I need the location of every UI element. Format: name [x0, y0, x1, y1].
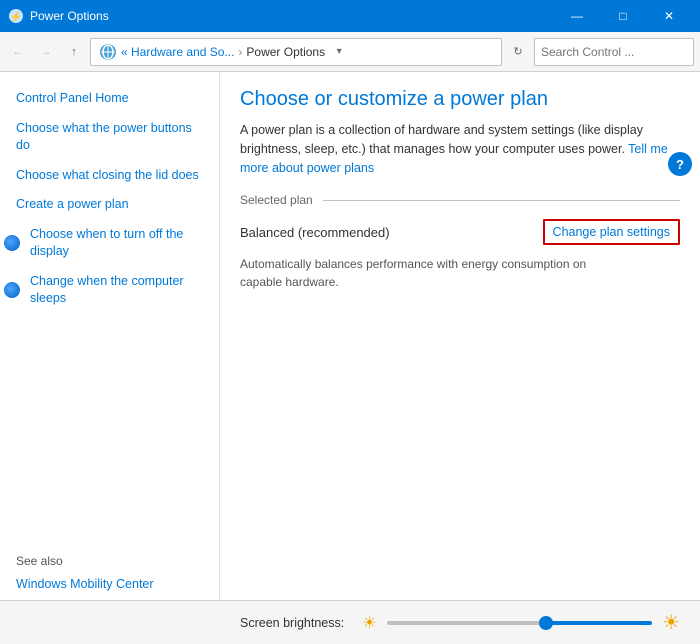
description-text-1: A power plan is a collection of hardware…: [240, 123, 643, 156]
plan-description: Automatically balances performance with …: [240, 255, 620, 291]
content-area: Choose or customize a power plan A power…: [220, 72, 700, 644]
change-plan-button[interactable]: Change plan settings: [543, 219, 680, 245]
search-input[interactable]: [541, 45, 696, 59]
minimize-button[interactable]: —: [554, 0, 600, 32]
selected-plan-divider: [323, 200, 680, 201]
sidebar-item-turn-off-display[interactable]: Choose when to turn off the display: [26, 226, 219, 261]
sidebar-item-control-panel-home[interactable]: Control Panel Home: [0, 84, 219, 114]
path-dropdown[interactable]: ▾: [329, 38, 349, 66]
brightness-label: Screen brightness:: [240, 616, 344, 630]
selected-plan-header: Selected plan: [240, 193, 680, 207]
close-button[interactable]: ✕: [646, 0, 692, 32]
main-container: Control Panel Home Choose what the power…: [0, 72, 700, 644]
sidebar-item-create-plan[interactable]: Create a power plan: [0, 190, 219, 220]
help-button[interactable]: ?: [668, 152, 692, 176]
maximize-button[interactable]: □: [600, 0, 646, 32]
forward-button[interactable]: →: [34, 40, 58, 64]
sidebar-item-computer-sleeps[interactable]: Change when the computer sleeps: [26, 273, 219, 308]
up-button[interactable]: ↑: [62, 40, 86, 64]
brightness-slider-thumb[interactable]: [539, 616, 553, 630]
sidebar: Control Panel Home Choose what the power…: [0, 72, 220, 644]
sidebar-item-mobility-center[interactable]: Windows Mobility Center: [0, 572, 219, 596]
app-icon: ⚡: [8, 8, 24, 24]
plan-row: Balanced (recommended) Change plan setti…: [240, 219, 680, 245]
path-hardware[interactable]: « Hardware and So...: [121, 45, 234, 59]
address-path[interactable]: « Hardware and So... › Power Options ▾: [90, 38, 502, 66]
sidebar-spacer: [0, 314, 219, 547]
titlebar: ⚡ Power Options — □ ✕: [0, 0, 700, 32]
plan-name: Balanced (recommended): [240, 225, 543, 240]
sidebar-item-power-buttons[interactable]: Choose what the power buttons do: [0, 114, 219, 161]
globe-icon: [4, 235, 20, 251]
see-also-title: See also: [0, 546, 219, 572]
path-sep-1: ›: [238, 45, 242, 59]
addressbar: ← → ↑ « Hardware and So... › Power Optio…: [0, 32, 700, 72]
refresh-button[interactable]: ↻: [506, 40, 530, 64]
selected-plan-label: Selected plan: [240, 193, 313, 207]
content-description: A power plan is a collection of hardware…: [240, 121, 680, 177]
page-title: Choose or customize a power plan: [240, 88, 680, 111]
folder-icon: [99, 43, 117, 61]
back-button[interactable]: ←: [6, 40, 30, 64]
search-box[interactable]: 🔍: [534, 38, 694, 66]
brightness-bar: Screen brightness: ☀ ☀: [0, 600, 700, 644]
path-current: Power Options: [246, 45, 325, 59]
brightness-low-icon: ☀: [362, 613, 376, 633]
brightness-high-icon: ☀: [662, 610, 680, 635]
window-controls: — □ ✕: [554, 0, 692, 32]
svg-text:⚡: ⚡: [10, 10, 22, 23]
sidebar-item-closing-lid[interactable]: Choose what closing the lid does: [0, 161, 219, 191]
window-title: Power Options: [30, 9, 554, 23]
brightness-slider-track: [387, 621, 652, 625]
globe-icon-2: [4, 282, 20, 298]
